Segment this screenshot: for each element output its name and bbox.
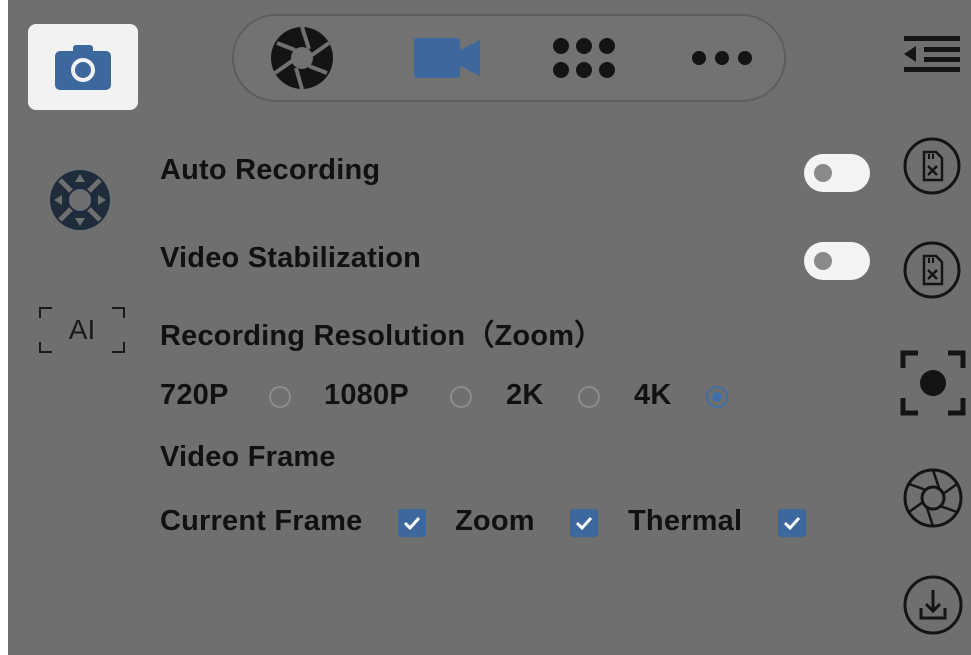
- sd-card-remove-button-1[interactable]: [902, 136, 962, 196]
- gimbal-control-button[interactable]: [48, 168, 112, 232]
- sd-card-remove-icon: [903, 137, 961, 195]
- toggle-knob: [814, 164, 832, 182]
- frame-option-thermal: Thermal: [628, 505, 743, 537]
- shutter-wheel-icon: [903, 468, 963, 528]
- mode-photo[interactable]: [262, 16, 342, 100]
- checkmark-icon: [575, 516, 593, 531]
- download-icon: [903, 575, 963, 635]
- video-camera-icon: [414, 38, 480, 78]
- frame-checkbox-zoom[interactable]: [570, 509, 598, 537]
- mode-more[interactable]: [682, 16, 762, 100]
- recording-resolution-label: Recording Resolution（Zoom）: [160, 320, 604, 352]
- auto-recording-label: Auto Recording: [160, 154, 381, 186]
- resolution-radio-720p[interactable]: [269, 386, 291, 408]
- resolution-radio-2k[interactable]: [578, 386, 600, 408]
- camera-icon: [55, 45, 111, 90]
- video-stabilization-label: Video Stabilization: [160, 242, 422, 274]
- toggle-knob: [814, 252, 832, 270]
- download-button[interactable]: [902, 574, 964, 636]
- sd-card-remove-icon: [903, 241, 961, 299]
- grid-dots-icon: [553, 38, 615, 78]
- mode-grid[interactable]: [542, 16, 626, 100]
- video-stabilization-toggle[interactable]: [804, 242, 870, 280]
- camera-mode-button[interactable]: [28, 24, 138, 110]
- frame-checkbox-thermal[interactable]: [778, 509, 806, 537]
- more-dots-icon: [692, 51, 752, 65]
- focus-target-button[interactable]: [900, 350, 966, 416]
- sd-card-remove-button-2[interactable]: [902, 240, 962, 300]
- mode-bar: [232, 14, 786, 102]
- focus-target-icon: [900, 350, 966, 416]
- checkmark-icon: [783, 516, 801, 531]
- shutter-wheel-button[interactable]: [902, 467, 964, 529]
- resolution-radio-4k[interactable]: [706, 386, 728, 408]
- resolution-option-4k: 4K: [634, 379, 672, 411]
- settings-panel: AI Auto Recording Video Stabilization Re…: [8, 0, 971, 655]
- frame-option-zoom: Zoom: [455, 505, 535, 537]
- auto-recording-toggle[interactable]: [804, 154, 870, 192]
- frame-option-current: Current Frame: [160, 505, 363, 537]
- resolution-option-2k: 2K: [506, 379, 544, 411]
- aperture-icon: [271, 26, 333, 90]
- resolution-option-720p: 720P: [160, 379, 229, 411]
- dpad-icon: [50, 170, 110, 230]
- video-frame-label: Video Frame: [160, 441, 336, 473]
- ai-button[interactable]: AI: [36, 302, 128, 358]
- mode-video[interactable]: [402, 16, 492, 100]
- frame-checkbox-current[interactable]: [398, 509, 426, 537]
- resolution-radio-1080p[interactable]: [450, 386, 472, 408]
- collapse-menu-icon: [904, 36, 960, 72]
- checkmark-icon: [403, 516, 421, 531]
- ai-label: AI: [68, 314, 96, 345]
- resolution-option-1080p: 1080P: [324, 379, 409, 411]
- collapse-menu-button[interactable]: [902, 34, 962, 74]
